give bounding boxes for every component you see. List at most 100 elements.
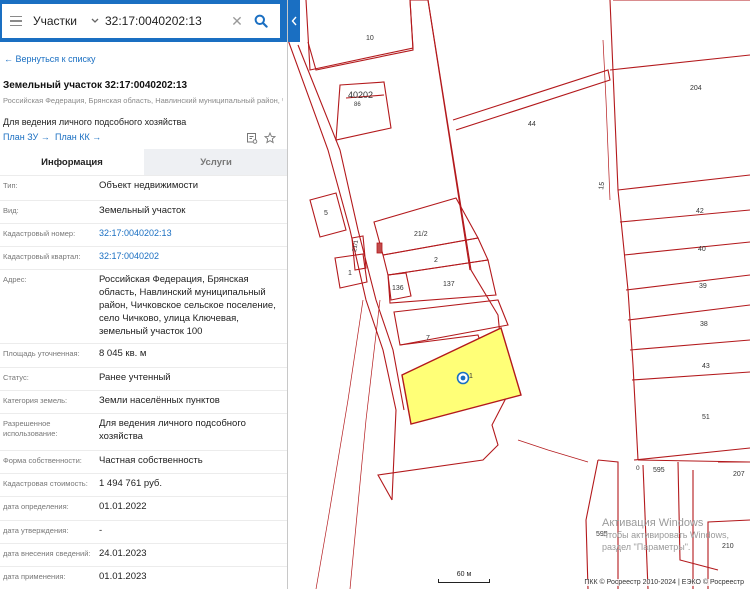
back-to-list-link[interactable]: ← Вернуться к списку <box>4 54 96 64</box>
map-label-38: 38 <box>700 321 708 328</box>
field-separator <box>0 473 287 474</box>
field-separator <box>0 175 287 176</box>
field-value: Земельный участок <box>99 205 186 216</box>
watermark-text-2: раздел "Параметры". <box>602 542 691 552</box>
map-label-40: 40 <box>698 246 706 253</box>
field-label: дата определения: <box>3 502 69 511</box>
map-label-40202: 40202 <box>348 90 373 100</box>
field-value: Частная собственность <box>99 455 203 466</box>
map-label-7: 7 <box>426 335 430 342</box>
field-separator <box>0 566 287 567</box>
cadastral-map[interactable]: 10 40202 86 204 44 5 21/2 21/1 2 1 136 1… <box>288 0 750 589</box>
map-canvas[interactable]: 10 40202 86 204 44 5 21/2 21/1 2 1 136 1… <box>288 0 750 589</box>
field-value: Земли населённых пунктов <box>99 395 220 406</box>
plan-zu-link[interactable]: План ЗУ → <box>3 132 50 142</box>
map-label-136: 136 <box>392 285 404 292</box>
tab-services[interactable]: Услуги <box>144 149 287 175</box>
field-value: 01.01.2023 <box>99 571 147 582</box>
map-label-15: 15 <box>598 181 606 190</box>
map-label-42: 42 <box>696 208 704 215</box>
field-label: Тип: <box>3 181 18 190</box>
hamburger-icon[interactable] <box>2 4 30 38</box>
print-icon[interactable] <box>246 131 258 149</box>
info-panel: Участки ✕ ← Вернуться к списку Земельный… <box>0 0 288 589</box>
field-value: Объект недвижимости <box>99 180 199 191</box>
field-separator <box>0 269 287 270</box>
field-value: - <box>99 525 103 536</box>
location-marker-icon[interactable] <box>456 371 470 385</box>
field-value: 01.01.2022 <box>99 501 147 512</box>
field-label: Статус: <box>3 373 29 382</box>
field-value-link[interactable]: 32:17:0040202 <box>99 250 285 263</box>
windows-activation-watermark: Активация Windows Чтобы активировать Win… <box>602 517 729 553</box>
chevron-left-icon <box>291 16 297 26</box>
map-label-44: 44 <box>528 121 536 128</box>
plan-kk-link[interactable]: План КК → <box>55 132 101 142</box>
field-value: Ранее учтенный <box>99 372 171 383</box>
collapse-panel-button[interactable] <box>288 0 300 42</box>
field-separator <box>0 200 287 201</box>
copyright: ПКК © Росреестр 2010-2024 | ЕЭКО © Росре… <box>582 579 746 586</box>
field-value: Для ведения личного подсобного хозяйства <box>99 418 246 442</box>
field-separator <box>0 450 287 451</box>
map-label-39: 39 <box>699 283 707 290</box>
layer-select[interactable]: Участки <box>30 14 85 28</box>
close-icon[interactable]: ✕ <box>227 13 247 30</box>
field-separator <box>0 246 287 247</box>
field-label: Разрешенное использование: <box>3 419 58 438</box>
tabs: Информация Услуги <box>0 149 287 176</box>
field-label: дата внесения сведений: <box>3 549 91 558</box>
field-value: 8 045 кв. м <box>99 348 147 359</box>
map-label-21-1: 21/1 <box>352 239 360 252</box>
field-separator <box>0 223 287 224</box>
map-label-207: 207 <box>733 471 745 478</box>
map-label-1: 1 <box>348 270 352 277</box>
parcel-boundaries <box>288 0 750 589</box>
scale-label: 60 м <box>456 571 472 578</box>
building-marker <box>376 242 383 254</box>
map-label-51: 51 <box>702 414 710 421</box>
map-label-21-2: 21/2 <box>414 231 428 238</box>
map-label-86: 86 <box>354 102 361 108</box>
map-label-595: 595 <box>653 467 665 474</box>
app-root: Участки ✕ ← Вернуться к списку Земельный… <box>0 0 750 589</box>
watermark-text-1: Чтобы активировать Windows, <box>602 530 729 540</box>
field-separator <box>0 496 287 497</box>
field-separator <box>0 543 287 544</box>
search-button[interactable] <box>247 4 275 38</box>
field-label: дата применения: <box>3 572 66 581</box>
page-title: Земельный участок 32:17:0040202:13 <box>3 80 188 91</box>
field-value: 24.01.2023 <box>99 548 147 559</box>
field-label: Кадастровый квартал: <box>3 252 81 261</box>
map-label-204: 204 <box>690 85 702 92</box>
field-value: Российская Федерация, Брянская область, … <box>99 274 276 337</box>
map-label-137: 137 <box>443 281 455 288</box>
field-label: дата утверждения: <box>3 526 69 535</box>
scale-line <box>438 579 490 583</box>
field-value-link[interactable]: 32:17:0040202:13 <box>99 227 285 240</box>
field-separator <box>0 367 287 368</box>
field-label: Площадь уточненная: <box>3 349 80 358</box>
chevron-down-icon[interactable] <box>85 4 105 38</box>
address-subtitle: Российская Федерация, Брянская область, … <box>3 96 283 105</box>
map-label-2: 2 <box>434 257 438 264</box>
search-input[interactable] <box>105 14 227 28</box>
map-label-0: 0 <box>636 465 640 472</box>
field-label: Вид: <box>3 206 19 215</box>
search-bar: Участки ✕ <box>0 0 287 42</box>
field-separator <box>0 390 287 391</box>
search-box: Участки ✕ <box>2 4 280 38</box>
map-label-10: 10 <box>366 35 374 42</box>
purpose-text: Для ведения личного подсобного хозяйства <box>3 117 187 127</box>
field-value: 1 494 761 руб. <box>99 478 163 489</box>
field-separator <box>0 413 287 414</box>
field-label: Кадастровая стоимость: <box>3 479 88 488</box>
tab-info[interactable]: Информация <box>0 149 144 175</box>
search-icon <box>254 14 268 28</box>
field-label: Адрес: <box>3 275 27 284</box>
star-icon[interactable] <box>263 131 277 149</box>
field-label: Кадастровый номер: <box>3 229 76 238</box>
field-separator <box>0 520 287 521</box>
field-separator <box>0 343 287 344</box>
map-label-43: 43 <box>702 363 710 370</box>
